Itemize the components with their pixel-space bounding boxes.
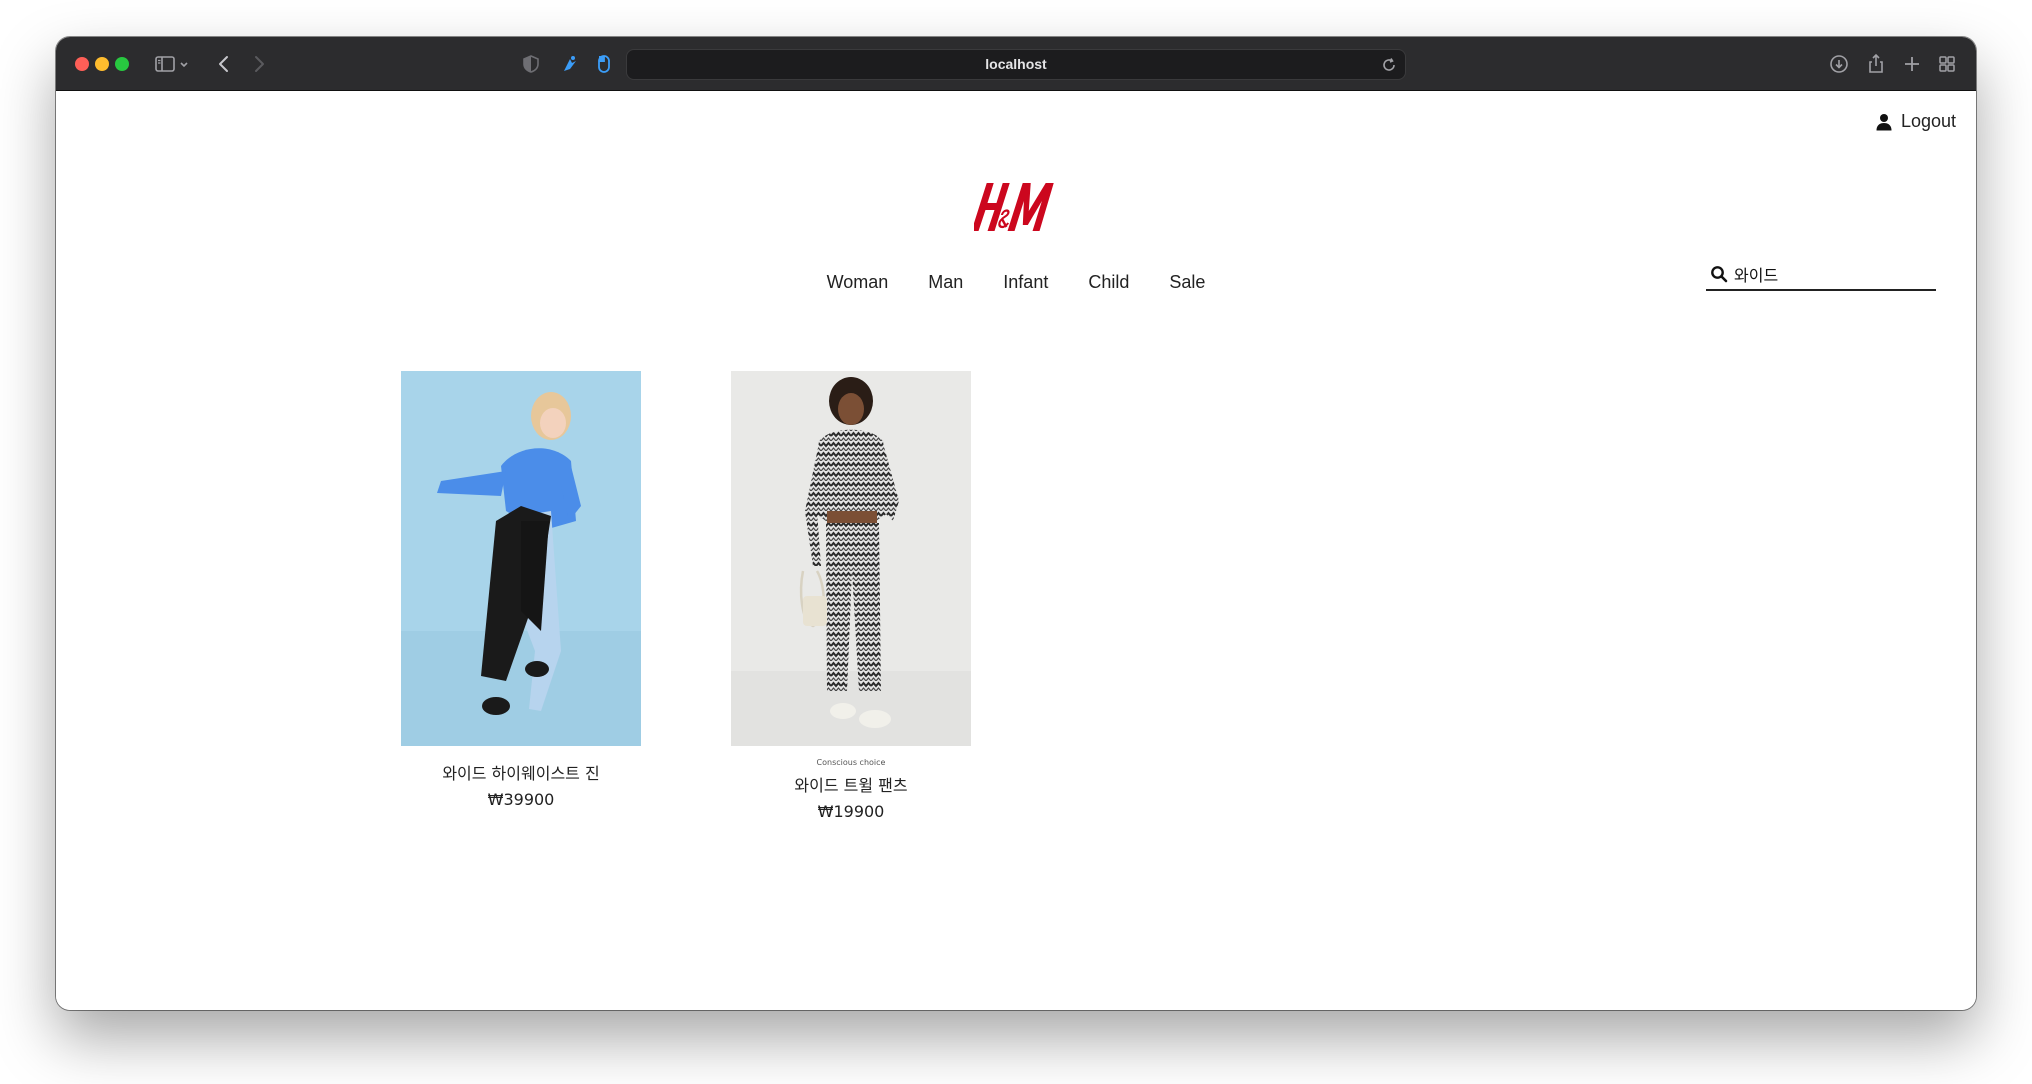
nav-item-child[interactable]: Child <box>1088 272 1129 293</box>
logout-label: Logout <box>1900 111 1956 131</box>
close-window-button[interactable] <box>75 57 89 71</box>
minimize-window-button[interactable] <box>95 57 109 71</box>
reload-icon[interactable] <box>1379 55 1399 75</box>
new-tab-icon[interactable] <box>1899 51 1925 77</box>
page-content: Logout Woman Man Infant Child Sale 와이드 와… <box>56 91 1976 1010</box>
mouse-icon[interactable] <box>591 51 617 77</box>
product-card[interactable]: 와이드 하이웨이스트 진 ₩39900 <box>401 371 641 809</box>
search-input[interactable] <box>1734 264 1924 284</box>
nav-item-woman[interactable]: Woman <box>827 272 889 293</box>
nav-item-sale[interactable]: Sale <box>1169 272 1205 293</box>
forward-icon[interactable] <box>246 51 272 77</box>
nav-item-infant[interactable]: Infant <box>1003 272 1048 293</box>
tab-overview-icon[interactable] <box>1934 51 1960 77</box>
product-badge: Conscious choice <box>816 758 886 767</box>
search-icon[interactable] <box>1710 265 1728 283</box>
product-name[interactable]: 와이드 하이웨이스트 진 <box>401 760 641 784</box>
address-bar[interactable]: localhost <box>626 49 1406 80</box>
browser-window: localhost Logout Woman Man Infant Child … <box>56 37 1976 1010</box>
category-nav: Woman Man Infant Child Sale <box>56 272 1976 293</box>
product-image[interactable] <box>401 371 641 746</box>
user-icon <box>1875 113 1893 131</box>
shield-icon[interactable] <box>518 51 544 77</box>
download-icon[interactable] <box>1826 51 1852 77</box>
search-box <box>1706 259 1936 291</box>
extension-icon[interactable] <box>556 51 582 77</box>
nav-item-man[interactable]: Man <box>928 272 963 293</box>
back-icon[interactable] <box>211 51 237 77</box>
product-price: ₩39900 <box>487 790 555 809</box>
product-image[interactable] <box>731 371 971 746</box>
product-card[interactable]: Conscious choice 와이드 트윌 팬츠 ₩19900 <box>731 371 971 821</box>
logout-button[interactable]: Logout <box>1875 111 1956 132</box>
hm-logo[interactable] <box>974 177 1058 237</box>
share-icon[interactable] <box>1863 51 1889 77</box>
product-name[interactable]: 와이드 트윌 팬츠 <box>731 772 971 796</box>
chevron-down-icon[interactable] <box>176 51 192 77</box>
sidebar-icon[interactable] <box>152 51 178 77</box>
browser-toolbar: localhost <box>56 37 1976 91</box>
url-text: localhost <box>985 56 1047 72</box>
maximize-window-button[interactable] <box>115 57 129 71</box>
product-price: ₩19900 <box>817 802 885 821</box>
